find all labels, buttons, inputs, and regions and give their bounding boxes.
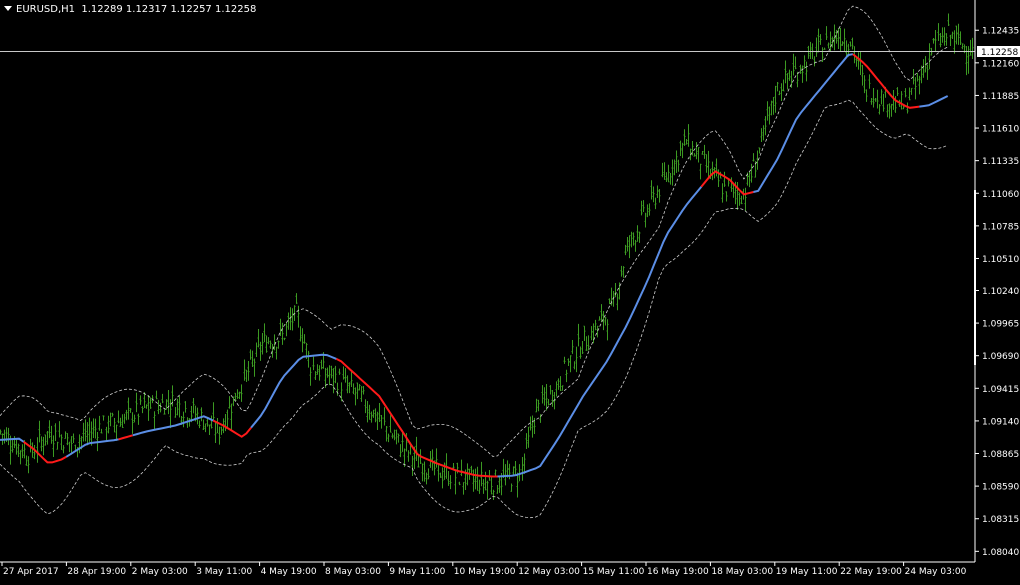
x-tick-label: 18 May 03:00 bbox=[711, 567, 773, 577]
x-tick-label: 8 May 03:00 bbox=[325, 567, 381, 577]
y-tick-label: 1.11885 bbox=[982, 92, 1019, 102]
x-tick-label: 16 May 19:00 bbox=[647, 567, 709, 577]
x-tick-label: 19 May 11:00 bbox=[776, 567, 838, 577]
y-tick-label: 1.09140 bbox=[982, 417, 1019, 427]
y-tick-label: 1.12435 bbox=[982, 27, 1019, 37]
x-tick-label: 12 May 03:00 bbox=[518, 567, 580, 577]
price-chart[interactable]: 1.12435 1.12160 1.11885 1.11610 1.11335 1.110… bbox=[0, 0, 1020, 581]
y-tick-label: 1.11335 bbox=[982, 157, 1019, 167]
x-tick-label: 28 Apr 19:00 bbox=[67, 567, 126, 577]
x-tick-label: 9 May 11:00 bbox=[389, 567, 445, 577]
y-tick-label: 1.09415 bbox=[982, 385, 1019, 395]
y-tick-label: 1.08865 bbox=[982, 450, 1019, 460]
y-tick-label: 1.08040 bbox=[982, 548, 1019, 558]
x-tick-label: 22 May 19:00 bbox=[840, 567, 902, 577]
x-tick-label: 4 May 19:00 bbox=[261, 567, 317, 577]
ohlc-values: 1.12289 1.12317 1.12257 1.12258 bbox=[81, 4, 257, 15]
y-tick-label: 1.10785 bbox=[982, 222, 1019, 232]
y-tick-label: 1.08590 bbox=[982, 483, 1019, 493]
y-tick-label: 1.12160 bbox=[982, 59, 1019, 69]
symbol-label: EURUSD,H1 bbox=[16, 4, 76, 15]
y-tick-label: 1.10510 bbox=[982, 255, 1019, 265]
dropdown-triangle-icon[interactable] bbox=[4, 6, 12, 11]
x-tick-label: 15 May 11:00 bbox=[583, 567, 645, 577]
y-tick-label: 1.11610 bbox=[982, 125, 1019, 135]
chart-header: EURUSD,H1 1.12289 1.12317 1.12257 1.1225… bbox=[4, 4, 256, 15]
y-tick-label: 1.08315 bbox=[982, 515, 1019, 525]
y-tick-label: 1.09690 bbox=[982, 352, 1019, 362]
y-tick-label: 1.09965 bbox=[982, 320, 1019, 330]
y-tick-label: 1.10240 bbox=[982, 287, 1019, 297]
x-tick-label: 24 May 03:00 bbox=[905, 567, 967, 577]
current-price-tag: 1.12258 bbox=[977, 46, 1020, 58]
current-price-label: 1.12258 bbox=[981, 48, 1018, 58]
x-tick-label: 3 May 11:00 bbox=[196, 567, 252, 577]
x-tick-label: 27 Apr 2017 bbox=[3, 567, 59, 577]
x-tick-label: 10 May 19:00 bbox=[454, 567, 516, 577]
y-tick-label: 1.11060 bbox=[982, 190, 1019, 200]
chart-canvas[interactable]: 1.12435 1.12160 1.11885 1.11610 1.11335 1.110… bbox=[0, 0, 1020, 581]
x-tick-label: 2 May 03:00 bbox=[132, 567, 188, 577]
